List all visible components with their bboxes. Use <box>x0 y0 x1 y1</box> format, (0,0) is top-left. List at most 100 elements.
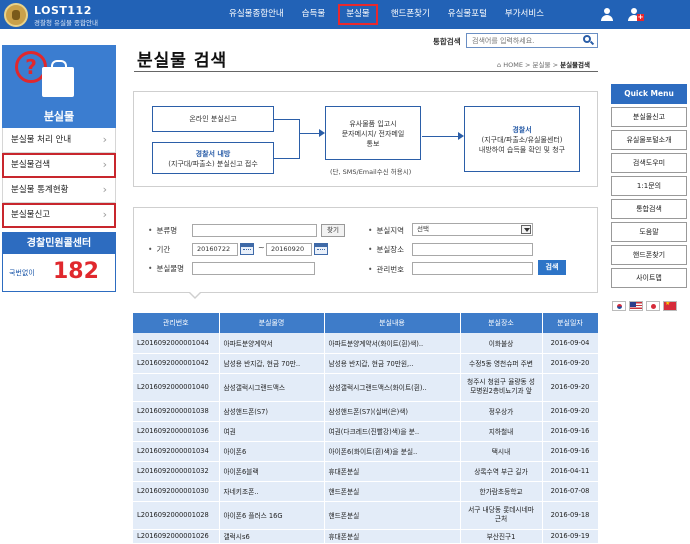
page-title: 분실물 검색 <box>137 51 228 71</box>
main-nav: 유실물종합안내 습득물 분실물 핸드폰찾기 유실물포털 부가서비스 <box>220 0 553 29</box>
table-row[interactable]: L2016092000001042 남성용 반지갑, 현금 70만.. 남성용 … <box>133 353 599 374</box>
table-row[interactable]: L2016092000001036 여권 여권(다크레드(진빨강)색)을 분..… <box>133 421 599 442</box>
cell-place: 한가람초등학교 <box>460 481 543 502</box>
search-input[interactable] <box>466 33 598 48</box>
korea-flag-icon[interactable] <box>612 301 626 311</box>
flow-notify-line3: 통보 <box>366 140 380 148</box>
site-logo[interactable]: LOST112 경찰청 유실물 종합안내 <box>4 2 124 28</box>
region-select[interactable]: 선택 <box>412 223 533 236</box>
cell-manage-number: L2016092000001038 <box>133 401 220 422</box>
cell-date: 2016-09-16 <box>542 421 599 442</box>
language-flags <box>612 301 677 311</box>
logo-subtitle: 경찰청 유실물 종합안내 <box>34 19 98 27</box>
cell-manage-number: L2016092000001036 <box>133 421 220 442</box>
logo-name: LOST112 <box>34 4 92 17</box>
usa-flag-icon[interactable] <box>629 301 643 311</box>
table-row[interactable]: L2016092000001032 아이폰6블랙 휴대폰분실 상록수역 부근 길… <box>133 461 599 482</box>
nav-item-lost[interactable]: 분실물 <box>334 0 381 29</box>
cell-content: 남성용 반지갑, 현금 70만원,.. <box>324 353 461 374</box>
cell-manage-number: L2016092000001030 <box>133 481 220 502</box>
cell-place: 상록수역 부근 길가 <box>460 461 543 482</box>
category-label: 분류명 <box>148 225 177 236</box>
flow-connector <box>299 119 300 159</box>
item-name-input[interactable] <box>192 262 315 275</box>
search-form: 분류명 찾기 분실지역 선택 기간 20160722 ~ 20160920 분실… <box>133 207 598 293</box>
flow-online-report: 온라인 분실신고 <box>152 106 274 132</box>
quick-menu-title: Quick Menu <box>611 84 687 104</box>
category-input[interactable] <box>192 224 317 237</box>
table-row[interactable]: L2016092000001030 자네키조폰.. 핸드폰분실 한가람초등학교 … <box>133 481 599 502</box>
search-button[interactable]: 검색 <box>538 260 566 275</box>
cell-item-name[interactable]: 아이폰6블랙 <box>219 461 325 482</box>
quick-item-search-helper[interactable]: 검색도우미 <box>611 153 687 173</box>
flow-connector <box>422 136 458 137</box>
cell-content: 삼성핸드폰(S7)(실버(은)색) <box>324 401 461 422</box>
sidebar-item-lost-search[interactable]: 분실물검색 <box>2 153 116 178</box>
nav-item-found[interactable]: 습득물 <box>293 0 334 29</box>
cell-item-name[interactable]: 아이폰6 플러스 16G <box>219 501 325 530</box>
cell-place: 지하철내 <box>460 421 543 442</box>
cell-content: 휴대폰분실 <box>324 461 461 482</box>
cell-item-name[interactable]: 갤럭시s6 <box>219 529 325 544</box>
breadcrumb-mid[interactable]: 분실물 <box>533 61 551 69</box>
table-row[interactable]: L2016092000001034 아이폰6 아이폰6(화이트(흰)색)을 분실… <box>133 441 599 462</box>
manage-number-input[interactable] <box>412 262 533 275</box>
china-flag-icon[interactable] <box>663 301 677 311</box>
quick-item-phone-find[interactable]: 핸드폰찾기 <box>611 245 687 265</box>
cell-content: 여권(다크레드(진빨강)색)을 분.. <box>324 421 461 442</box>
flow-note: (단, SMS/Email수신 허용시) <box>330 168 412 176</box>
table-row[interactable]: L2016092000001028 아이폰6 플러스 16G 핸드폰분실 서구 … <box>133 501 599 530</box>
quick-item-sitemap[interactable]: 사이트맵 <box>611 268 687 288</box>
flow-claim-line2: 내방하여 습득물 확인 및 청구 <box>478 146 566 154</box>
cell-content: 아파트분양계약서(화이트(흰)색).. <box>324 333 461 354</box>
quick-item-inquiry[interactable]: 1:1문의 <box>611 176 687 196</box>
cell-manage-number: L2016092000001040 <box>133 373 220 402</box>
cell-manage-number: L2016092000001028 <box>133 501 220 530</box>
table-row[interactable]: L2016092000001038 삼성핸드폰(S7) 삼성핸드폰(S7)(실버… <box>133 401 599 422</box>
cell-item-name[interactable]: 남성용 반지갑, 현금 70만.. <box>219 353 325 374</box>
nav-item-extra[interactable]: 부가서비스 <box>496 0 553 29</box>
column-header: 분실장소 <box>460 313 543 333</box>
cell-item-name[interactable]: 자네키조폰.. <box>219 481 325 502</box>
cell-date: 2016-04-11 <box>542 461 599 482</box>
search-icon[interactable] <box>583 35 595 46</box>
date-to-input[interactable]: 20160920 <box>266 243 312 256</box>
table-row[interactable]: L2016092000001040 삼성갤럭시그랜드맥스 삼성갤럭시그랜드맥스(… <box>133 373 599 402</box>
table-row[interactable]: L2016092000001044 아파트분양계약서 아파트분양계약서(화이트(… <box>133 333 599 354</box>
manage-number-label: 관리번호 <box>368 264 404 275</box>
calendar-icon[interactable] <box>240 243 254 255</box>
login-user-icon[interactable] <box>600 8 613 21</box>
find-category-button[interactable]: 찾기 <box>321 224 345 237</box>
calendar-icon[interactable] <box>314 243 328 255</box>
date-from-input[interactable]: 20160722 <box>192 243 238 256</box>
nav-item-phone[interactable]: 핸드폰찾기 <box>382 0 439 29</box>
sidebar-item-statistics[interactable]: 분실물 통계현황 <box>2 178 116 203</box>
call-center-prefix: 국번없이 <box>9 269 35 277</box>
nav-item-portal[interactable]: 유실물포털 <box>439 0 496 29</box>
quick-item-help[interactable]: 도움말 <box>611 222 687 242</box>
results-table: 관리번호 분실물명 분실내용 분실장소 분실일자 L20160920000010… <box>133 313 599 544</box>
breadcrumb-current: 분실물검색 <box>560 61 590 69</box>
cell-item-name[interactable]: 아이폰6 <box>219 441 325 462</box>
breadcrumb-home[interactable]: HOME <box>503 61 523 69</box>
cell-place: 부산진구1 <box>460 529 543 544</box>
sidebar-item-process-guide[interactable]: 분실물 처리 안내 <box>2 128 116 153</box>
quick-item-lost-report[interactable]: 분실물신고 <box>611 107 687 127</box>
cell-item-name[interactable]: 아파트분양계약서 <box>219 333 325 354</box>
sidebar-item-lost-report[interactable]: 분실물신고 <box>2 203 116 228</box>
quick-item-integrated-search[interactable]: 통합검색 <box>611 199 687 219</box>
nav-item-guide[interactable]: 유실물종합안내 <box>220 0 293 29</box>
place-input[interactable] <box>412 243 533 256</box>
table-row[interactable]: L2016092000001026 갤럭시s6 휴대폰분실 부산진구1 2016… <box>133 529 599 544</box>
japan-flag-icon[interactable] <box>646 301 660 311</box>
join-user-icon[interactable]: + <box>627 8 644 21</box>
cell-place: 이화불상 <box>460 333 543 354</box>
flow-police-visit-sub: (지구대/파출소) 분실신고 접수 <box>168 160 258 168</box>
period-label: 기간 <box>148 244 170 255</box>
cell-item-name[interactable]: 삼성갤럭시그랜드맥스 <box>219 373 325 402</box>
cell-item-name[interactable]: 여권 <box>219 421 325 442</box>
form-pointer-notch <box>188 291 202 299</box>
flow-connector <box>274 158 299 159</box>
quick-item-portal-intro[interactable]: 유실물포털소개 <box>611 130 687 150</box>
cell-item-name[interactable]: 삼성핸드폰(S7) <box>219 401 325 422</box>
